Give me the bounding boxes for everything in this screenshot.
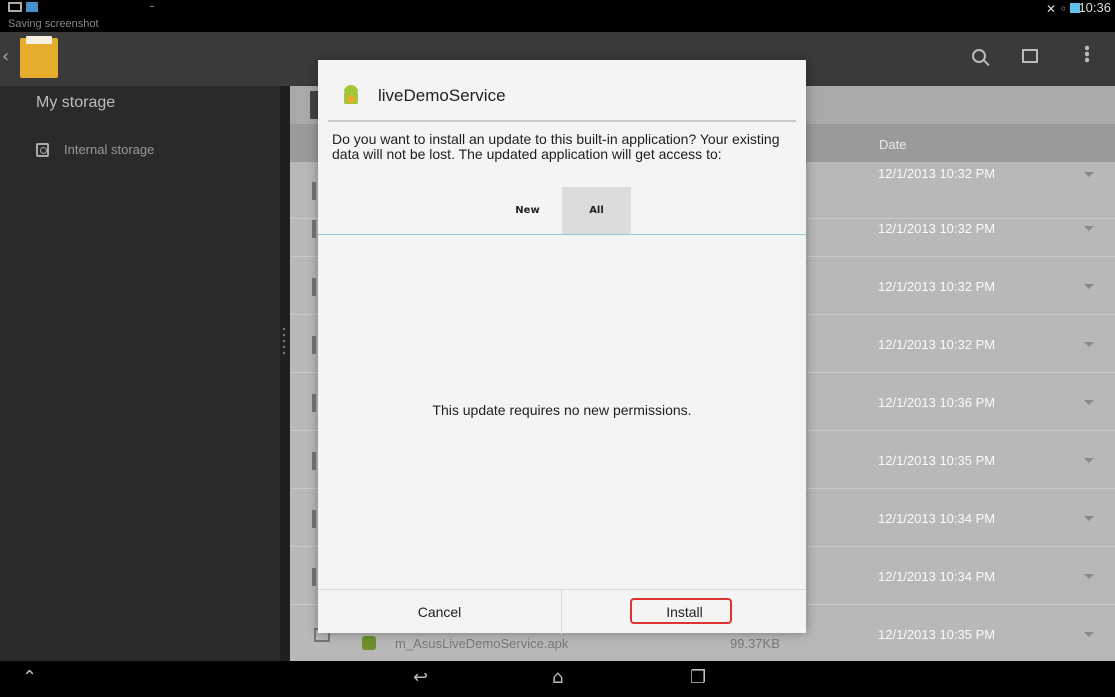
- row-date: 12/1/2013 10:32 PM: [878, 337, 996, 352]
- pane-divider[interactable]: [280, 86, 290, 661]
- checkbox[interactable]: [312, 510, 316, 528]
- checkbox[interactable]: [312, 394, 316, 412]
- chevron-down-icon[interactable]: [1084, 574, 1094, 579]
- row-date: 12/1/2013 10:32 PM: [878, 166, 996, 181]
- permissions-message: This update requires no new permissions.: [432, 402, 692, 418]
- gallery-icon: [26, 2, 38, 12]
- column-header-date[interactable]: Date: [879, 137, 906, 152]
- menu-up-icon[interactable]: ⌃: [22, 667, 37, 688]
- tab-all[interactable]: All: [562, 187, 631, 235]
- recent-apps-icon[interactable]: ❐: [690, 667, 706, 688]
- row-date: 12/1/2013 10:32 PM: [878, 221, 996, 236]
- install-dialog: liveDemoService Do you want to install a…: [318, 60, 806, 634]
- cancel-button[interactable]: Cancel: [318, 590, 561, 634]
- install-highlight: [630, 598, 732, 624]
- dialog-message: Do you want to install an update to this…: [332, 131, 780, 162]
- chevron-down-icon[interactable]: [1084, 342, 1094, 347]
- checkbox[interactable]: [312, 220, 316, 238]
- android-app-icon: [362, 636, 376, 650]
- dialog-title: liveDemoService: [378, 86, 506, 105]
- sidebar: My storage Internal storage: [0, 86, 280, 661]
- overflow-menu-icon[interactable]: [1085, 44, 1089, 68]
- file-size: 99.37KB: [730, 636, 780, 651]
- clock: 10:36: [1078, 0, 1111, 15]
- image-icon: [8, 2, 22, 12]
- storage-icon: [36, 143, 49, 157]
- chevron-down-icon[interactable]: [1084, 284, 1094, 289]
- checkbox[interactable]: [312, 336, 316, 354]
- search-icon[interactable]: [972, 44, 986, 68]
- button-separator: [561, 590, 562, 634]
- tab-underline: [318, 234, 806, 235]
- checkbox[interactable]: [312, 452, 316, 470]
- chevron-down-icon[interactable]: [1084, 458, 1094, 463]
- new-window-icon[interactable]: [1022, 44, 1038, 68]
- notification-text: Saving screenshot: [8, 18, 99, 30]
- row-date: 12/1/2013 10:32 PM: [878, 279, 996, 294]
- chevron-down-icon[interactable]: [1084, 226, 1094, 231]
- dialog-header: liveDemoService: [318, 60, 806, 120]
- dialog-button-bar: Cancel Install: [318, 589, 806, 634]
- row-date: 12/1/2013 10:35 PM: [878, 627, 996, 642]
- divider: [328, 120, 796, 122]
- file-name: m_AsusLiveDemoService.apk: [395, 636, 569, 651]
- status-bar: Saving screenshot ✕ ◦ 10:36: [0, 0, 1115, 32]
- row-date: 12/1/2013 10:35 PM: [878, 453, 996, 468]
- permission-tabs: New All: [318, 187, 806, 236]
- row-date: 12/1/2013 10:36 PM: [878, 395, 996, 410]
- chevron-down-icon[interactable]: [1084, 400, 1094, 405]
- home-icon[interactable]: ⌂: [552, 667, 563, 688]
- checkbox[interactable]: [312, 278, 316, 296]
- back-icon[interactable]: ‹: [2, 46, 9, 67]
- chevron-down-icon[interactable]: [1084, 516, 1094, 521]
- navigation-bar: ⌃ ↩ ⌂ ❐: [0, 661, 1115, 697]
- tab-new[interactable]: New: [493, 187, 562, 235]
- checkbox[interactable]: [312, 182, 316, 200]
- row-date: 12/1/2013 10:34 PM: [878, 511, 996, 526]
- sidebar-title: My storage: [36, 94, 116, 111]
- status-divider: [150, 6, 154, 7]
- checkbox[interactable]: [312, 568, 316, 586]
- signal-icons: ✕ ◦: [1046, 2, 1067, 16]
- folder-icon[interactable]: [20, 36, 58, 78]
- sidebar-item-internal-storage[interactable]: Internal storage: [36, 141, 276, 165]
- drag-handle-icon[interactable]: [282, 326, 286, 356]
- android-app-icon: [340, 84, 362, 106]
- chevron-down-icon[interactable]: [1084, 172, 1094, 177]
- sidebar-item-label: Internal storage: [64, 142, 155, 157]
- back-icon[interactable]: ↩: [413, 667, 428, 688]
- row-date: 12/1/2013 10:34 PM: [878, 569, 996, 584]
- chevron-down-icon[interactable]: [1084, 632, 1094, 637]
